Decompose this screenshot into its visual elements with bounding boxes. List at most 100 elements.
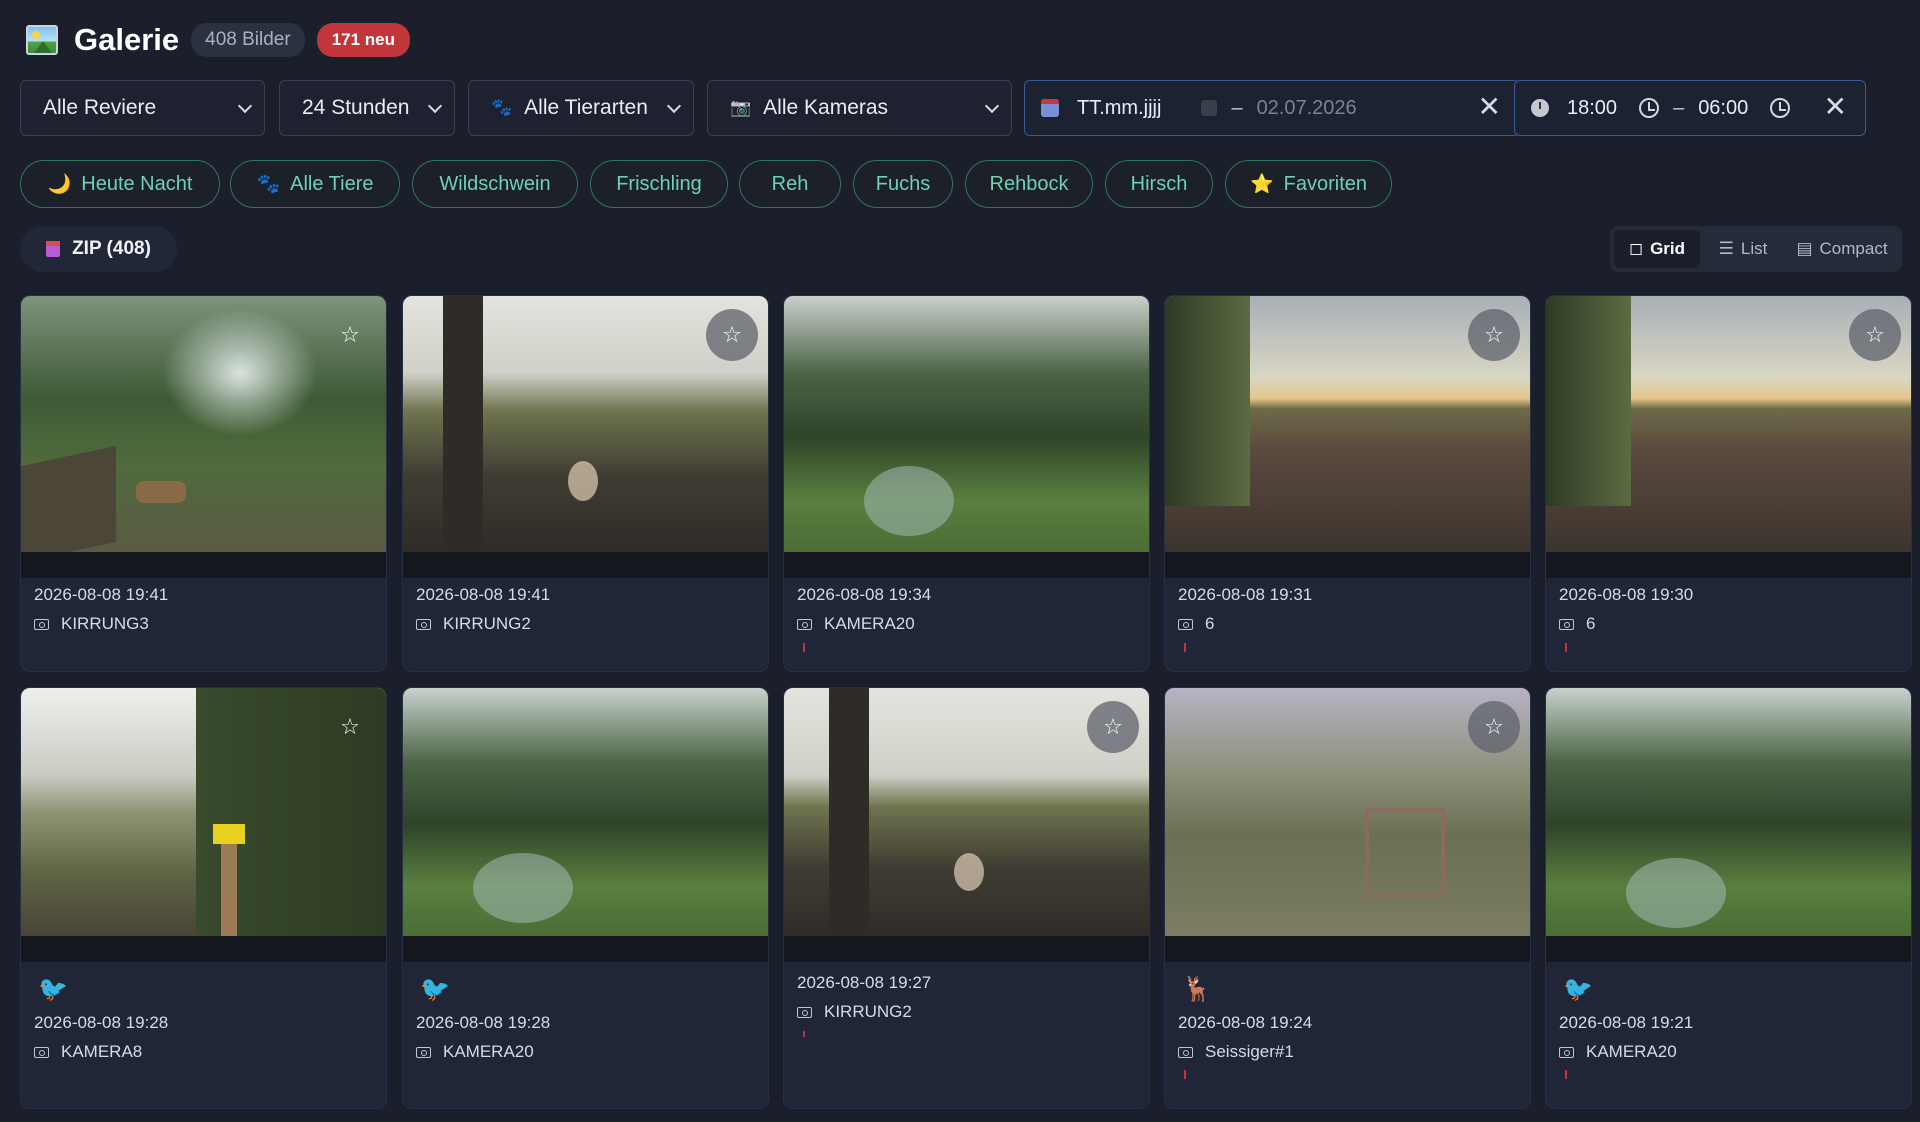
compact-icon: ▤ — [1796, 239, 1813, 258]
date-to-input[interactable]: 02.07.2026 — [1257, 97, 1357, 120]
lens-smudge — [1626, 858, 1726, 928]
chip-label: Frischling — [616, 172, 702, 195]
corn-stalks — [1546, 296, 1631, 506]
favorite-star-icon[interactable]: ☆ — [1468, 309, 1520, 361]
time-from-input[interactable]: 18:00 — [1567, 97, 1617, 120]
feeder-box — [21, 445, 116, 563]
favorite-star-icon[interactable]: ☆ — [1468, 701, 1520, 753]
gallery-card[interactable]: ☆ 🦌 2026-08-08 19:24 Seissiger#1 — [1164, 687, 1531, 1109]
bird-icon: 🐦 — [38, 976, 68, 1003]
card-camera: KAMERA20 — [416, 1042, 534, 1062]
time-range-picker[interactable]: 18:00 – 06:00 ✕ — [1514, 80, 1866, 136]
gallery-card[interactable]: 🐦 2026-08-08 19:21 KAMERA20 — [1545, 687, 1912, 1109]
gallery-card[interactable]: ☆ 2026-08-08 19:27 KIRRUNG2 — [783, 687, 1150, 1109]
gallery-card[interactable]: 🐦 2026-08-08 19:28 KAMERA20 — [402, 687, 769, 1109]
chip-label: Favoriten — [1283, 172, 1368, 195]
status-marker — [803, 643, 805, 652]
date-from-input[interactable]: TT.mm.jjjj — [1077, 97, 1161, 120]
camera-icon — [1559, 618, 1574, 630]
new-count-badge: 171 neu — [316, 23, 410, 57]
corn-stalks — [1165, 296, 1250, 506]
photo-caption-bar — [1546, 552, 1911, 578]
favorite-star-icon[interactable]: ☆ — [706, 309, 758, 361]
zip-download-button[interactable]: ZIP (408) — [20, 226, 177, 272]
chip-frischling[interactable]: Frischling — [590, 160, 728, 208]
lens-smudge — [864, 466, 954, 536]
card-camera: KAMERA8 — [34, 1042, 142, 1062]
favorite-star-icon[interactable]: ☆ — [324, 309, 376, 361]
view-compact-button[interactable]: ▤ Compact — [1786, 230, 1898, 268]
status-marker — [803, 1031, 805, 1037]
chip-label: Hirsch — [1130, 172, 1188, 195]
clock-icon[interactable] — [1770, 98, 1791, 118]
card-camera-label: 6 — [1586, 614, 1596, 633]
star-icon: ⭐ — [1249, 174, 1274, 195]
time-to-input[interactable]: 06:00 — [1698, 97, 1748, 120]
camera-icon — [1178, 618, 1193, 630]
image-count-badge: 408 Bilder — [191, 23, 305, 57]
chip-reh[interactable]: Reh — [739, 160, 841, 208]
photo-caption-bar — [1165, 552, 1530, 578]
photo-caption-bar — [403, 936, 768, 962]
gallery-card[interactable]: ☆ 2026-08-08 19:30 6 — [1545, 295, 1912, 672]
clear-date-icon[interactable]: ✕ — [1478, 90, 1501, 123]
card-timestamp: 2026-08-08 19:34 — [797, 585, 932, 604]
favorite-star-icon[interactable]: ☆ — [1087, 701, 1139, 753]
range-separator: – — [1673, 96, 1685, 119]
camera-select[interactable]: 📷 Alle Kameras — [707, 80, 1012, 136]
package-icon — [46, 241, 61, 257]
camera-icon — [797, 1006, 812, 1018]
gallery-card[interactable]: ☆ 2026-08-08 19:41 KIRRUNG3 — [20, 295, 387, 672]
tree-trunk — [829, 688, 869, 936]
view-list-button[interactable]: ☰ List — [1700, 230, 1786, 268]
favorite-star-icon[interactable]: ☆ — [1849, 309, 1901, 361]
card-camera: KIRRUNG2 — [416, 614, 531, 634]
photo-caption-bar — [1546, 936, 1911, 962]
blurred-object — [568, 461, 598, 501]
card-camera-label: KIRRUNG2 — [443, 614, 531, 633]
gallery-card[interactable]: 2026-08-08 19:34 KAMERA20 — [783, 295, 1150, 672]
lens-smudge — [473, 853, 573, 923]
gallery-card[interactable]: ☆ 2026-08-08 19:31 6 — [1164, 295, 1531, 672]
clock-icon[interactable] — [1639, 98, 1660, 118]
deer-icon: 🦌 — [1182, 976, 1212, 1003]
view-compact-label: Compact — [1819, 239, 1888, 258]
timespan-select[interactable]: 24 Stunden — [279, 80, 455, 136]
photo-caption-bar — [21, 552, 386, 578]
deer-silhouette — [136, 481, 186, 503]
status-marker — [1565, 643, 1567, 652]
chip-label: Rehbock — [989, 172, 1069, 195]
card-camera: KAMERA20 — [1559, 1042, 1677, 1062]
chip-hirsch[interactable]: Hirsch — [1105, 160, 1213, 208]
gallery-card[interactable]: ☆ 2026-08-08 19:41 KIRRUNG2 — [402, 295, 769, 672]
species-select-value: Alle Tierarten — [524, 96, 648, 119]
chip-heute-nacht[interactable]: 🌙 Heute Nacht — [20, 160, 220, 208]
gallery-picture-icon — [26, 25, 58, 55]
clear-time-icon[interactable]: ✕ — [1824, 90, 1847, 123]
camera-icon — [1178, 1046, 1193, 1058]
chip-favoriten[interactable]: ⭐ Favoriten — [1225, 160, 1392, 208]
chip-fuchs[interactable]: Fuchs — [853, 160, 953, 208]
trailcam-photo[interactable] — [784, 296, 1149, 552]
list-icon: ☰ — [1718, 239, 1734, 258]
chip-wildschwein[interactable]: Wildschwein — [412, 160, 578, 208]
gallery-card[interactable]: ☆ 🐦 2026-08-08 19:28 KAMERA8 — [20, 687, 387, 1109]
paw-icon: 🐾 — [491, 98, 513, 117]
trailcam-photo[interactable] — [403, 688, 768, 936]
revier-select[interactable]: Alle Reviere — [20, 80, 265, 136]
page-title: Galerie — [74, 22, 180, 57]
chip-alle-tiere[interactable]: 🐾 Alle Tiere — [230, 160, 400, 208]
chip-rehbock[interactable]: Rehbock — [965, 160, 1093, 208]
card-camera-label: KIRRUNG3 — [61, 614, 149, 633]
chevron-down-icon — [984, 98, 1000, 114]
trailcam-photo[interactable] — [1546, 688, 1911, 936]
favorite-star-icon[interactable]: ☆ — [324, 701, 376, 753]
card-camera-label: KAMERA8 — [61, 1042, 143, 1061]
photo-caption-bar — [1165, 936, 1530, 962]
species-select[interactable]: 🐾 Alle Tierarten — [468, 80, 694, 136]
view-grid-button[interactable]: ◻ Grid — [1614, 230, 1700, 268]
photo-caption-bar — [403, 552, 768, 578]
chip-label: Fuchs — [875, 172, 931, 195]
date-picker-icon[interactable] — [1201, 100, 1218, 116]
date-range-picker[interactable]: TT.mm.jjjj – 02.07.2026 ✕ — [1024, 80, 1520, 136]
